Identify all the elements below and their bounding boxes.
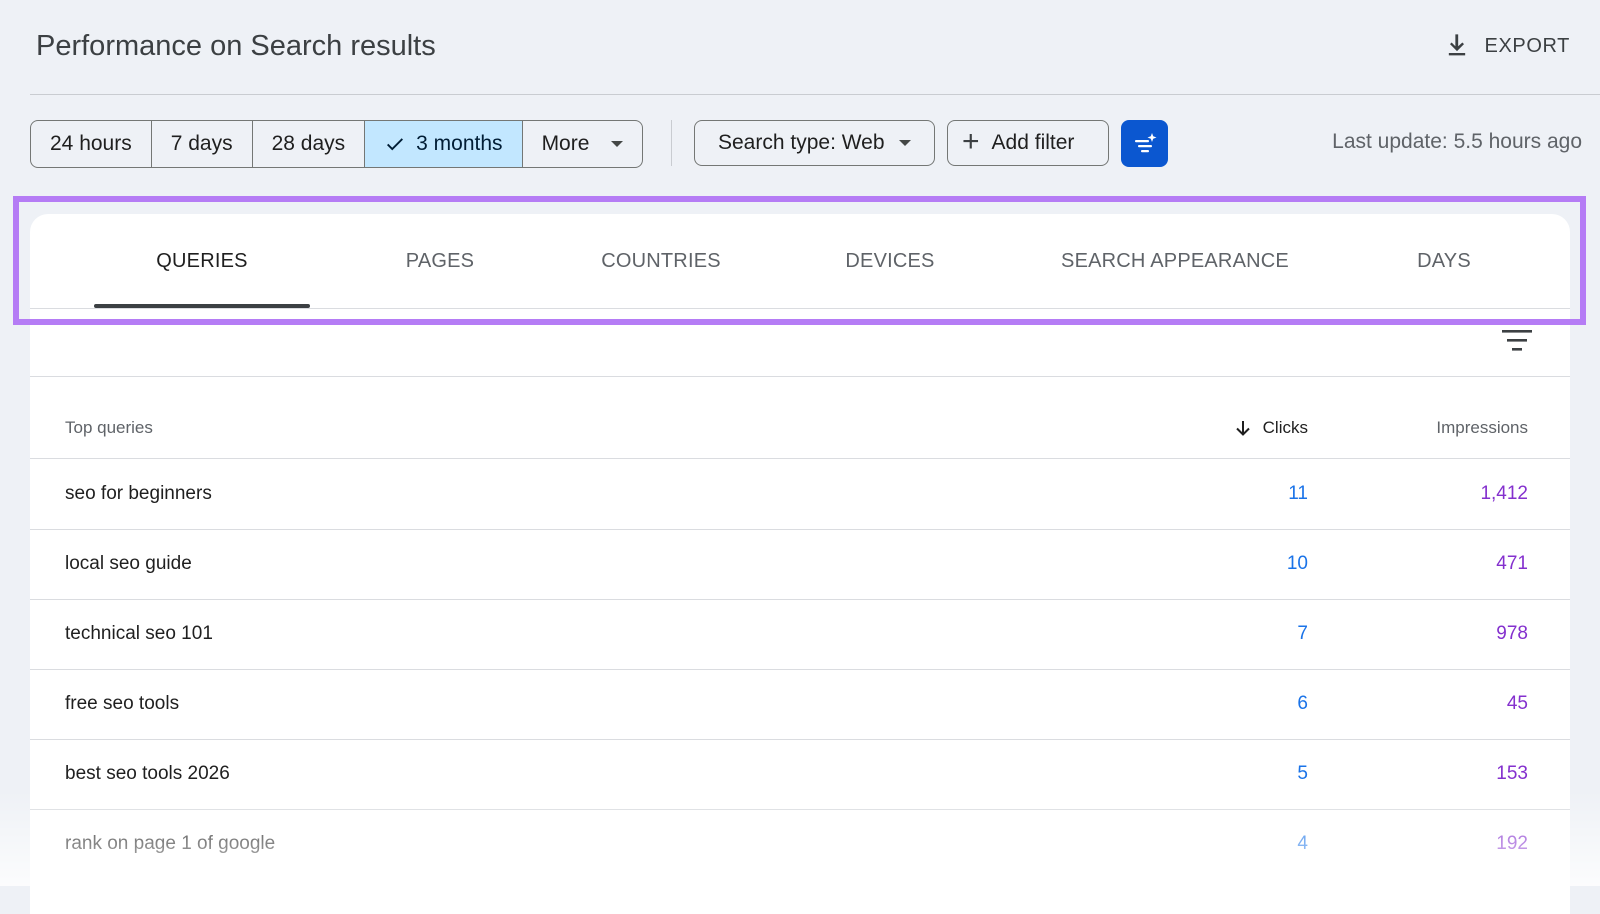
- chevron-down-icon: [899, 140, 911, 146]
- column-header-query: Top queries: [65, 418, 153, 437]
- chevron-down-icon: [611, 141, 624, 147]
- date-chip-label: 24 hours: [50, 132, 132, 155]
- arrow-down-icon: [1235, 421, 1250, 436]
- add-filter-button[interactable]: + Add filter: [947, 120, 1109, 166]
- date-chip-24-hours[interactable]: 24 hours: [31, 121, 152, 167]
- add-filter-label: Add filter: [991, 131, 1075, 154]
- check-icon: [387, 138, 404, 151]
- tab-devices[interactable]: DEVICES: [800, 214, 980, 308]
- impressions-cell: 153: [1496, 763, 1528, 784]
- date-chip-7-days[interactable]: 7 days: [152, 121, 253, 167]
- page-title: Performance on Search results: [36, 30, 436, 62]
- tab-countries[interactable]: COUNTRIES: [556, 214, 766, 308]
- date-chip-label: 3 months: [416, 132, 503, 155]
- date-chip-label: 7 days: [170, 132, 233, 155]
- query-cell: free seo tools: [65, 693, 180, 714]
- table-row[interactable]: free seo tools 6 45: [30, 669, 1570, 740]
- date-range-group: 24 hours 7 days 28 days 3 months More: [30, 120, 644, 168]
- query-cell: local seo guide: [65, 553, 192, 574]
- impressions-cell: 1,412: [1480, 483, 1528, 504]
- export-button[interactable]: EXPORT: [1443, 32, 1570, 60]
- impressions-cell: 471: [1496, 553, 1528, 574]
- impressions-cell: 192: [1496, 833, 1528, 854]
- column-header-clicks[interactable]: Clicks: [1233, 418, 1308, 438]
- query-cell: technical seo 101: [65, 623, 213, 644]
- clicks-cell: 5: [1297, 763, 1308, 784]
- date-chip-label: More: [541, 132, 590, 155]
- tab-days[interactable]: DAYS: [1374, 214, 1514, 308]
- date-chip-more[interactable]: More: [523, 121, 643, 167]
- clicks-cell: 4: [1297, 833, 1308, 854]
- tab-search-appearance[interactable]: SEARCH APPEARANCE: [1025, 214, 1325, 308]
- tab-label: SEARCH APPEARANCE: [1061, 249, 1289, 272]
- search-type-dropdown[interactable]: Search type: Web: [694, 120, 935, 166]
- header-divider: [30, 94, 1600, 95]
- ai-filter-button[interactable]: [1121, 120, 1168, 167]
- last-update-text: Last update: 5.5 hours ago: [1332, 130, 1582, 153]
- impressions-cell: 978: [1496, 623, 1528, 644]
- tab-label: QUERIES: [156, 249, 248, 272]
- export-label: EXPORT: [1484, 34, 1570, 57]
- table-row[interactable]: seo for beginners 11 1,412: [30, 459, 1570, 530]
- impressions-cell: 45: [1506, 693, 1528, 714]
- download-icon: [1448, 34, 1465, 56]
- query-cell: seo for beginners: [65, 483, 212, 504]
- tabs-divider: [30, 308, 1570, 309]
- tab-label: PAGES: [405, 249, 475, 272]
- table-row[interactable]: technical seo 101 7 978: [30, 599, 1570, 670]
- plus-icon: +: [962, 124, 980, 158]
- tab-pages[interactable]: PAGES: [360, 214, 520, 308]
- clicks-cell: 10: [1286, 553, 1308, 574]
- date-chip-3-months[interactable]: 3 months: [365, 121, 523, 167]
- clicks-cell: 6: [1297, 693, 1308, 714]
- tab-label: DEVICES: [845, 249, 935, 272]
- tab-queries[interactable]: QUERIES: [94, 214, 310, 308]
- search-type-label: Search type: Web: [718, 131, 885, 154]
- toolbar-divider: [30, 376, 1570, 377]
- tab-label: DAYS: [1417, 249, 1471, 272]
- table-row[interactable]: local seo guide 10 471: [30, 529, 1570, 600]
- date-chip-label: 28 days: [271, 132, 346, 155]
- clicks-cell: 11: [1288, 483, 1308, 504]
- column-header-impressions[interactable]: Impressions: [1436, 418, 1528, 438]
- column-header-label: Clicks: [1262, 418, 1308, 437]
- clicks-cell: 7: [1297, 623, 1308, 644]
- query-cell: rank on page 1 of google: [65, 833, 276, 854]
- tab-label: COUNTRIES: [601, 249, 721, 272]
- report-panel: QUERIES PAGES COUNTRIES DEVICES SEARCH A…: [30, 214, 1570, 914]
- filter-divider: [671, 120, 672, 166]
- table-row[interactable]: rank on page 1 of google 4 192: [30, 809, 1570, 880]
- date-chip-28-days[interactable]: 28 days: [253, 121, 366, 167]
- sparkle-filter-icon: [1134, 132, 1156, 152]
- filter-rows-icon[interactable]: [1500, 328, 1534, 354]
- table-row[interactable]: best seo tools 2026 5 153: [30, 739, 1570, 810]
- query-cell: best seo tools 2026: [65, 763, 230, 784]
